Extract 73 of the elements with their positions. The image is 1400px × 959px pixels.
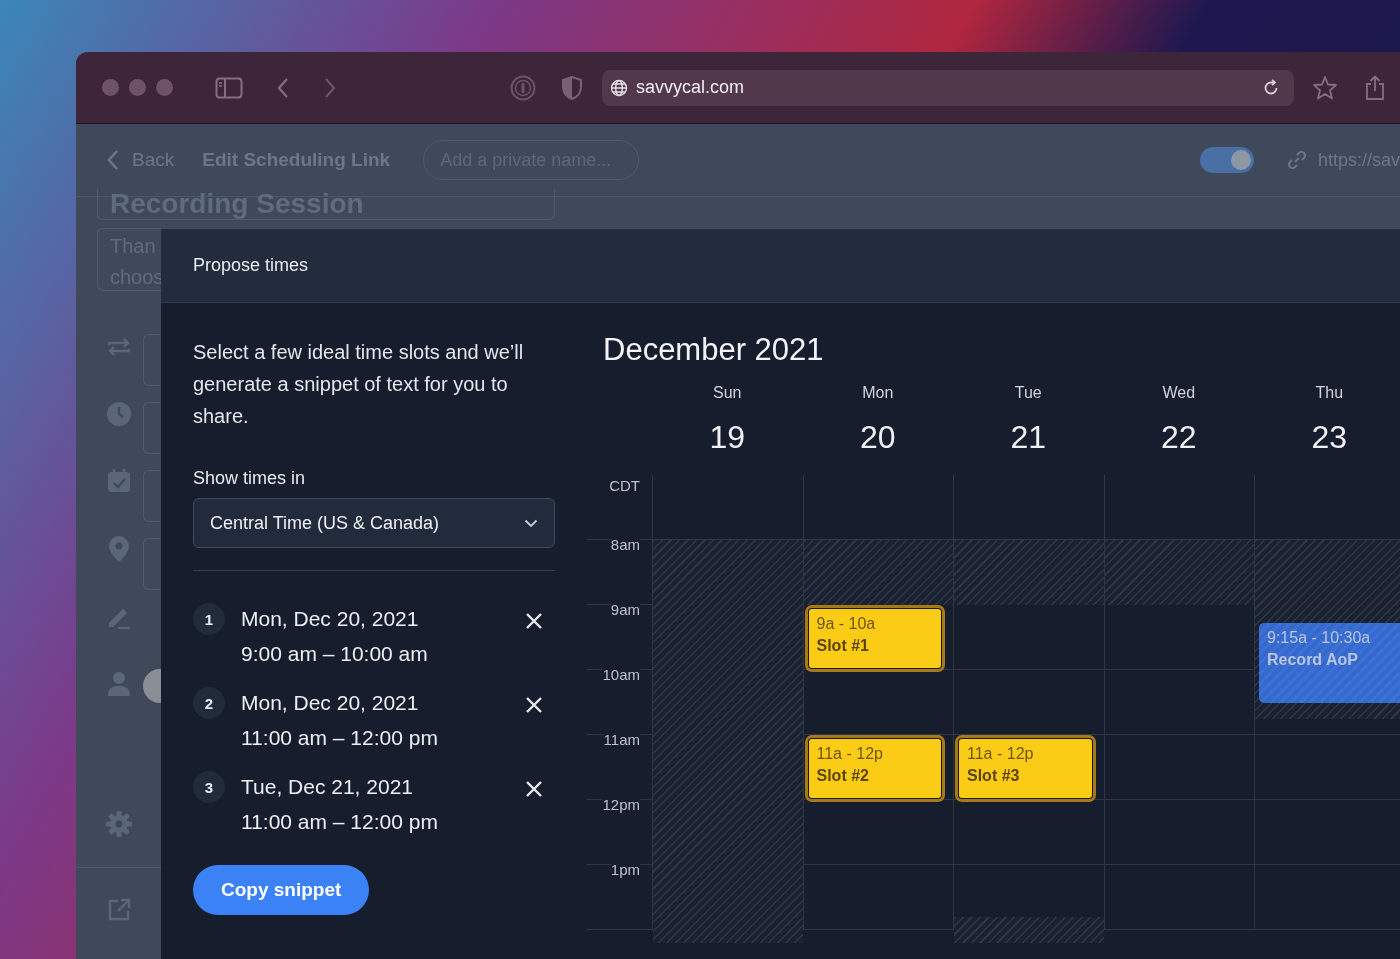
address-bar[interactable]: savvycal.com <box>602 69 1294 106</box>
event-time: 11a - 12p <box>816 745 884 763</box>
share-icon[interactable] <box>1364 74 1386 101</box>
timezone-abbreviation: CDT <box>609 477 640 496</box>
timezone-label: Show times in <box>193 468 307 489</box>
proposed-slot[interactable]: 11a - 12p Slot #3 <box>957 737 1094 800</box>
back-icon[interactable] <box>276 76 290 99</box>
slot-time: 11:00 am – 12:00 pm <box>241 809 438 835</box>
clock-icon[interactable] <box>105 401 132 427</box>
slot-date: Tue, Dec 21, 2021 <box>241 774 414 800</box>
proposed-slot[interactable]: 9a - 10a Slot #1 <box>806 607 943 670</box>
calendar-check-icon[interactable] <box>105 468 132 494</box>
forward-icon[interactable] <box>323 76 337 99</box>
password-icon[interactable] <box>510 74 536 101</box>
zoom-window-button[interactable] <box>156 79 173 96</box>
close-icon[interactable] <box>525 696 543 714</box>
hour-label: 12pm <box>602 797 640 813</box>
close-icon[interactable] <box>525 780 543 798</box>
day-number: 23 <box>1311 418 1348 457</box>
event-title: Slot #2 <box>816 767 870 785</box>
calendar-event[interactable]: 9:15a - 10:30a Record AoP <box>1259 623 1400 703</box>
event-time: 9:15a - 10:30a <box>1267 629 1372 648</box>
hour-label: 11am <box>603 732 640 748</box>
globe-icon <box>610 78 628 97</box>
close-window-button[interactable] <box>102 79 119 96</box>
url-text: savvycal.com <box>636 77 745 98</box>
event-title: Slot #1 <box>816 637 870 655</box>
weekday-label: Thu <box>1315 383 1344 403</box>
event-time: 9a - 10a <box>816 615 877 633</box>
day-number: 22 <box>1160 418 1197 457</box>
weekday-label: Sun <box>713 383 742 403</box>
chevron-down-icon <box>524 518 538 528</box>
form-field <box>143 470 160 522</box>
star-icon[interactable] <box>1312 74 1338 101</box>
weekday-label: Tue <box>1014 383 1042 403</box>
hour-label: 10am <box>602 667 640 683</box>
link-icon <box>1285 149 1308 171</box>
weekday-label: Mon <box>862 383 894 403</box>
copy-snippet-button[interactable]: Copy snippet <box>193 865 370 915</box>
toggle-switch[interactable] <box>1199 147 1254 173</box>
event-time: 11a - 12p <box>967 745 1035 763</box>
hour-label: 1pm <box>610 862 640 878</box>
month-title: December 2021 <box>603 331 825 369</box>
slot-time: 11:00 am – 12:00 pm <box>241 725 438 751</box>
event-title: Slot #3 <box>967 767 1021 785</box>
sidebar-icon[interactable] <box>215 76 243 99</box>
person-icon[interactable] <box>105 671 132 697</box>
slot-number: 1 <box>193 603 225 635</box>
minimize-window-button[interactable] <box>129 79 146 96</box>
timezone-dropdown[interactable]: Central Time (US & Canada) <box>193 498 555 548</box>
event-title: Record AoP <box>1267 651 1359 670</box>
slot-time: 9:00 am – 10:00 am <box>241 641 428 667</box>
close-icon[interactable] <box>525 612 543 630</box>
slot-number: 3 <box>193 771 225 803</box>
proposed-slot[interactable]: 11a - 12p Slot #2 <box>806 737 943 800</box>
weekday-label: Wed <box>1162 383 1196 403</box>
slot-number: 2 <box>193 687 225 719</box>
day-number: 20 <box>859 418 896 457</box>
instructions-text: Select a few ideal time slots and we’ll generate a snippet of text for you to share. <box>193 340 525 429</box>
hour-label: 9am <box>610 602 640 618</box>
form-field <box>143 402 160 454</box>
form-field <box>143 334 160 386</box>
slot-date: Mon, Dec 20, 2021 <box>241 690 420 716</box>
slot-date: Mon, Dec 20, 2021 <box>241 606 420 632</box>
dialog-title: Propose times <box>193 255 309 276</box>
day-number: 19 <box>709 418 746 457</box>
day-number: 21 <box>1010 418 1047 457</box>
chevron-left-icon <box>106 149 120 171</box>
shield-icon[interactable] <box>562 75 582 100</box>
hour-label: 8am <box>610 537 640 553</box>
form-field <box>143 538 160 590</box>
reload-icon[interactable] <box>1262 78 1280 97</box>
settings-icon[interactable] <box>104 810 133 838</box>
